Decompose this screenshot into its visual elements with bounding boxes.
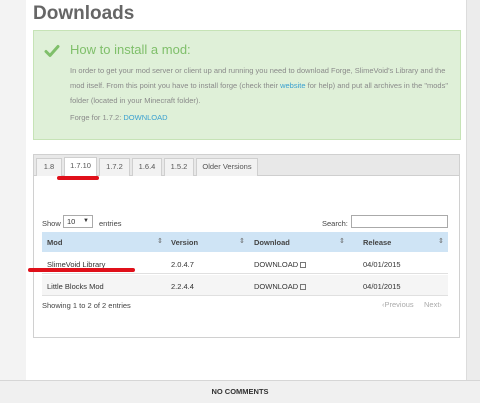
comments-label: NO COMMENTS: [211, 387, 269, 396]
install-notice: How to install a mod: In order to get yo…: [33, 30, 461, 140]
cell-version: 2.0.4.7: [171, 260, 194, 269]
tab-1-7-2[interactable]: 1.7.2: [99, 158, 130, 176]
annotation-underline-row: [28, 268, 135, 272]
cell-mod: Little Blocks Mod: [47, 282, 104, 291]
scrollbar[interactable]: [466, 0, 480, 380]
column-header-mod[interactable]: Mod: [47, 238, 62, 247]
cell-version: 2.2.4.4: [171, 282, 194, 291]
column-header-release[interactable]: Release: [363, 238, 391, 247]
page-title: Downloads: [33, 3, 135, 24]
tab-1-6-4[interactable]: 1.6.4: [132, 158, 162, 176]
tab-bar: 1.8 1.7.10 1.7.2 1.6.4 1.5.2 Older Versi…: [34, 155, 459, 176]
table-row: Little Blocks Mod 2.2.4.4 DOWNLOAD 04/01…: [42, 275, 448, 296]
previous-label: Previous: [384, 300, 414, 309]
notice-body: In order to get your mod server or clien…: [70, 63, 454, 108]
comments-bar[interactable]: NO COMMENTS: [0, 380, 480, 403]
table-info: Showing 1 to 2 of 2 entries: [42, 301, 131, 310]
previous-button[interactable]: ‹Previous: [382, 300, 414, 309]
forge-download-line: Forge for 1.7.2: DOWNLOAD: [70, 113, 168, 122]
notice-title: How to install a mod:: [70, 42, 191, 57]
cell-release: 04/01/2015: [363, 282, 401, 291]
search-label: Search:: [322, 219, 348, 228]
tab-older-versions[interactable]: Older Versions: [196, 158, 258, 176]
entries-label: entries: [99, 219, 122, 228]
tab-1-7-10[interactable]: 1.7.10: [64, 157, 97, 176]
download-link[interactable]: DOWNLOAD: [254, 260, 307, 269]
show-label: Show: [42, 219, 61, 228]
chevron-right-icon: ›: [439, 300, 442, 309]
tab-1-8[interactable]: 1.8: [36, 158, 62, 176]
sort-icon[interactable]: ⇕: [157, 237, 163, 245]
download-link-label: DOWNLOAD: [254, 260, 299, 269]
external-link-icon: [300, 262, 307, 268]
forge-label: Forge for 1.7.2:: [70, 113, 122, 122]
tab-1-5-2[interactable]: 1.5.2: [164, 158, 194, 176]
sort-icon[interactable]: ⇕: [438, 237, 444, 245]
checkmark-icon: [44, 45, 60, 57]
external-link-icon: [300, 284, 307, 290]
table-header: Mod ⇕ Version ⇕ Download ⇕ Release ⇕: [42, 232, 448, 252]
forge-website-link[interactable]: website: [280, 81, 305, 90]
download-link-label: DOWNLOAD: [254, 282, 299, 291]
column-header-version[interactable]: Version: [171, 238, 198, 247]
download-link[interactable]: DOWNLOAD: [254, 282, 307, 291]
sort-icon[interactable]: ⇕: [239, 237, 245, 245]
forge-download-link[interactable]: DOWNLOAD: [123, 113, 167, 122]
annotation-underline-tab: [57, 176, 99, 180]
next-button[interactable]: Next›: [424, 300, 442, 309]
next-label: Next: [424, 300, 440, 309]
dropdown-arrow-icon: ▼: [83, 218, 89, 224]
column-header-download[interactable]: Download: [254, 238, 290, 247]
search-input[interactable]: [351, 215, 448, 228]
entries-select[interactable]: 10 ▼: [63, 215, 93, 228]
sort-icon[interactable]: ⇕: [339, 237, 345, 245]
entries-select-value: 10: [67, 217, 76, 226]
page: Downloads How to install a mod: In order…: [0, 0, 480, 403]
cell-release: 04/01/2015: [363, 260, 401, 269]
